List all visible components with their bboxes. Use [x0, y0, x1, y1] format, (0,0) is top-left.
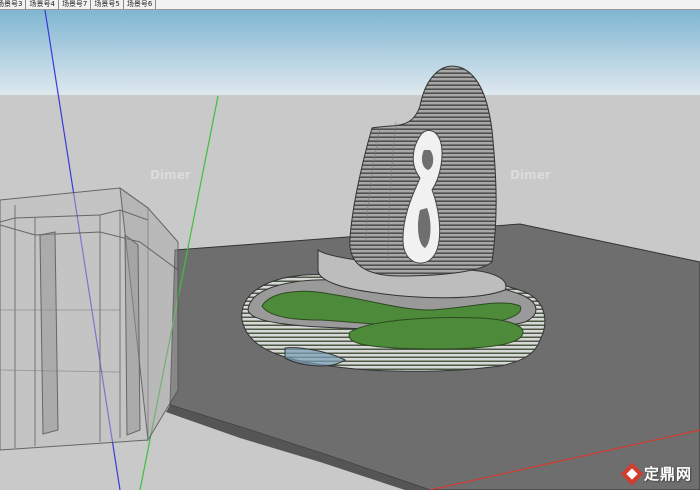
site-logo: 定鼎网 [620, 462, 692, 485]
glass-building [0, 186, 179, 451]
tab-scene-3[interactable]: 场景号3 [0, 0, 27, 9]
sky [0, 10, 700, 95]
model-canvas [0, 10, 700, 490]
logo-icon [620, 462, 644, 485]
scene-tab-bar: 场景号3 场景号4 场景号7 场景号5 场景号6 [0, 0, 700, 10]
watermark-left: Dimer [150, 168, 191, 182]
tab-scene-4[interactable]: 场景号4 [26, 0, 59, 9]
watermark-right: Dimer [510, 168, 551, 182]
tab-scene-7[interactable]: 场景号7 [59, 0, 92, 9]
logo-text: 定鼎网 [643, 465, 692, 483]
sketchup-window: 场景号3 场景号4 场景号7 场景号5 场景号6 [0, 0, 700, 490]
3d-viewport[interactable] [0, 10, 700, 490]
tab-scene-5[interactable]: 场景号5 [91, 0, 124, 9]
tab-scene-6[interactable]: 场景号6 [124, 0, 157, 9]
